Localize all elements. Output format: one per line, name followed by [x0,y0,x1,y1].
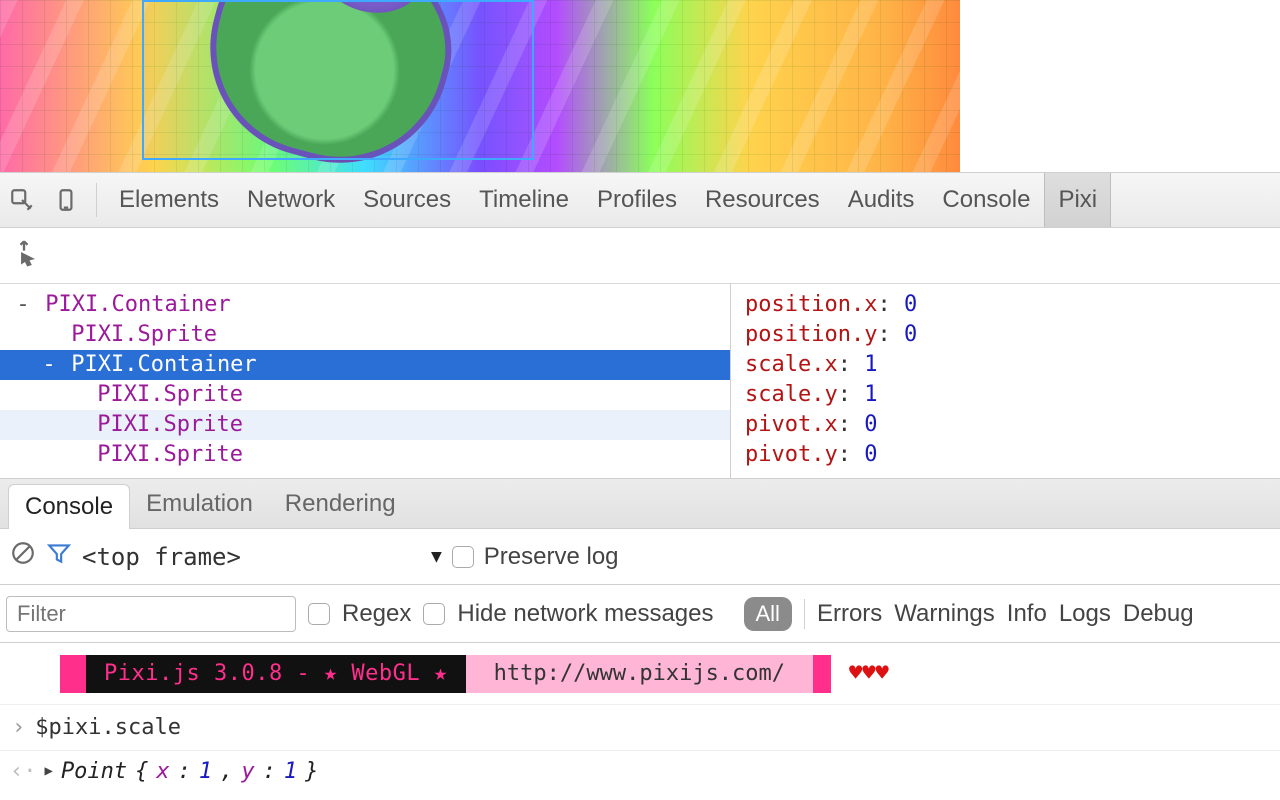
property-row[interactable]: position.y: 0 [745,320,1280,350]
expand-triangle-icon[interactable]: ▶ [45,763,53,779]
tab-elements[interactable]: Elements [105,173,233,227]
level-warnings[interactable]: Warnings [894,600,994,628]
level-logs[interactable]: Logs [1059,600,1111,628]
tree-toggle[interactable] [40,320,58,350]
tab-sources[interactable]: Sources [349,173,465,227]
regex-checkbox[interactable] [308,603,330,625]
drawer-tab-console[interactable]: Console [8,484,130,529]
level-info[interactable]: Info [1007,600,1047,628]
property-row[interactable]: position.x: 0 [745,290,1280,320]
tab-audits[interactable]: Audits [834,173,929,227]
banner-url[interactable]: http://www.pixijs.com/ [494,661,785,686]
tab-profiles[interactable]: Profiles [583,173,691,227]
devtools-tabstrip: Elements Network Sources Timeline Profil… [0,172,1280,228]
tree-row[interactable]: PIXI.Sprite [0,440,730,470]
tree-toggle[interactable] [66,410,84,440]
tab-resources[interactable]: Resources [691,173,834,227]
pixi-toolbar [0,228,1280,284]
property-row[interactable]: scale.y: 1 [745,380,1280,410]
regex-label: Regex [342,600,411,628]
prop-key: position.y [745,322,877,347]
inspect-icon[interactable] [0,187,44,213]
prop-key: position.x [745,292,877,317]
tree-label: PIXI.Sprite [58,320,217,350]
filter-input[interactable] [6,596,296,632]
property-row[interactable]: pivot.x: 0 [745,410,1280,440]
drawer-tab-rendering[interactable]: Rendering [269,480,412,528]
prompt-text: $pixi.scale [35,715,181,740]
tree-label: PIXI.Sprite [84,440,243,470]
console-body: Pixi.js 3.0.8 - ★ WebGL ★ http://www.pix… [0,643,1280,791]
tree-toggle[interactable] [66,380,84,410]
banner-version: Pixi.js 3.0.8 - ★ WebGL ★ [104,661,448,686]
prop-value: 0 [904,322,917,347]
preserve-log-label: Preserve log [484,543,619,571]
property-row[interactable]: pivot.y: 0 [745,440,1280,470]
prop-value: 0 [904,292,917,317]
level-errors[interactable]: Errors [817,600,882,628]
tree-row[interactable]: PIXI.Sprite [0,320,730,350]
preserve-log-checkbox[interactable] [452,546,474,568]
prop-key: pivot.y [745,442,838,467]
tab-console[interactable]: Console [928,173,1044,227]
filter-icon[interactable] [46,540,72,573]
scene-tree[interactable]: - PIXI.Container PIXI.Sprite- PIXI.Conta… [0,284,730,478]
prop-key: scale.x [745,352,838,377]
property-row[interactable]: scale.x: 1 [745,350,1280,380]
hide-network-label: Hide network messages [457,600,713,628]
properties-pane[interactable]: position.x: 0position.y: 0scale.x: 1scal… [731,284,1280,478]
tree-toggle[interactable] [66,440,84,470]
pick-node-icon[interactable] [10,239,38,272]
tree-toggle[interactable]: - [40,350,58,380]
device-icon[interactable] [44,187,88,213]
game-preview [0,0,960,172]
level-all[interactable]: All [744,597,792,631]
tab-pixi[interactable]: Pixi [1044,173,1111,227]
console-result-line[interactable]: ‹· ▶ Point { x: 1, y: 1 } [0,751,1280,791]
prompt-chevron-icon: › [12,715,25,740]
result-type: Point [61,759,127,784]
console-filters: Regex Hide network messages All Errors W… [0,585,1280,643]
tree-label: PIXI.Container [58,350,257,380]
level-debug[interactable]: Debug [1123,600,1194,628]
console-prompt-line[interactable]: › $pixi.scale [0,705,1280,751]
tree-row[interactable]: - PIXI.Container [0,290,730,320]
hide-network-checkbox[interactable] [423,603,445,625]
pixi-banner: Pixi.js 3.0.8 - ★ WebGL ★ http://www.pix… [0,643,1280,705]
prop-value: 1 [864,382,877,407]
prop-value: 1 [864,352,877,377]
tree-toggle[interactable]: - [14,290,32,320]
tree-row[interactable]: PIXI.Sprite [0,380,730,410]
tab-timeline[interactable]: Timeline [465,173,583,227]
result-arrow-icon: ‹· [10,759,37,784]
tree-label: PIXI.Container [32,290,231,320]
drawer-tab-emulation[interactable]: Emulation [130,480,269,528]
tree-label: PIXI.Sprite [84,380,243,410]
frame-select[interactable]: <top frame> ▼ [82,543,442,571]
tree-row[interactable]: PIXI.Sprite [0,410,730,440]
hearts-icon: ♥♥♥ [849,661,889,686]
frame-select-label: <top frame> [82,543,241,571]
selection-outline [142,0,534,160]
prop-key: scale.y [745,382,838,407]
prop-value: 0 [864,442,877,467]
tree-label: PIXI.Sprite [84,410,243,440]
clear-console-icon[interactable] [10,540,36,573]
tree-row[interactable]: - PIXI.Container [0,350,730,380]
prop-key: pivot.x [745,412,838,437]
console-toolbar: <top frame> ▼ Preserve log [0,529,1280,585]
prop-value: 0 [864,412,877,437]
tab-network[interactable]: Network [233,173,349,227]
chevron-down-icon: ▼ [431,546,442,567]
drawer-tabstrip: Console Emulation Rendering [0,479,1280,529]
